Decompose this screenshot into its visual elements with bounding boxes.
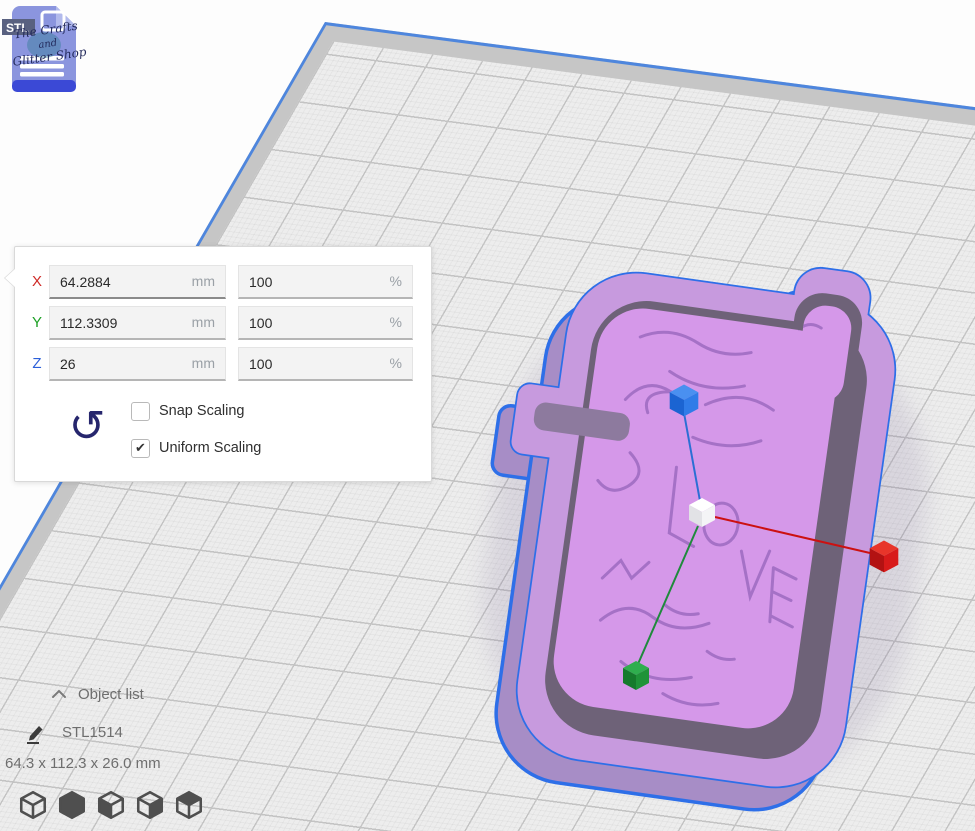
camera-view-toolbar (18, 789, 204, 821)
view-right-button[interactable] (174, 789, 204, 821)
scale-y-percent-input[interactable] (239, 307, 412, 338)
object-list-title: Object list (78, 686, 144, 703)
pencil-icon (24, 722, 48, 746)
scale-z-mm-input[interactable] (50, 348, 225, 379)
uniform-scaling-checkbox[interactable]: ✔ (131, 439, 150, 458)
scale-z-mm-field: mm (49, 347, 226, 381)
checkmark-icon: ✔ (135, 440, 146, 455)
object-name: STL1514 (62, 724, 123, 741)
scale-y-mm-field: mm (49, 306, 226, 340)
mold-model[interactable] (470, 245, 908, 821)
scale-y-percent-field: % (238, 306, 413, 340)
view-right-icon (174, 789, 204, 821)
snap-scaling-label: Snap Scaling (159, 402, 244, 421)
panel-arrow (5, 269, 15, 287)
view-3d-button[interactable] (18, 789, 48, 821)
scale-x-percent-field: % (238, 265, 413, 299)
scale-handle-x-icon[interactable] (870, 541, 899, 573)
scale-z-percent-input[interactable] (239, 348, 412, 379)
scale-x-mm-field: mm (49, 265, 226, 299)
model-canvas (470, 245, 940, 830)
axis-z-label: Z (27, 347, 47, 381)
object-list-item[interactable]: STL1514 (24, 722, 48, 750)
view-3d-icon (18, 789, 48, 821)
scale-tool-panel: X mm % Y mm % Z mm % ↺ (14, 246, 432, 482)
scale-x-mm-input[interactable] (50, 266, 225, 297)
axis-y-label: Y (27, 306, 47, 340)
view-top-button[interactable] (96, 789, 126, 821)
axis-x-label: X (27, 265, 47, 299)
object-dimensions: 64.3 x 112.3 x 26.0 mm (5, 755, 161, 772)
scale-x-percent-input[interactable] (239, 266, 412, 297)
reset-scale-button[interactable]: ↺ (61, 399, 113, 455)
reset-scale-icon: ↺ (69, 401, 106, 452)
uniform-scaling-label: Uniform Scaling (159, 439, 261, 458)
snap-scaling-checkbox[interactable] (131, 402, 150, 421)
view-front-button[interactable] (57, 789, 87, 821)
scale-y-mm-input[interactable] (50, 307, 225, 338)
brand-logo: STL The Crafts and Glitter Shop (2, 0, 92, 96)
view-left-icon (135, 789, 165, 821)
view-left-button[interactable] (135, 789, 165, 821)
collapse-object-list-button[interactable] (50, 688, 68, 703)
view-top-icon (96, 789, 126, 821)
chevron-up-icon (50, 688, 68, 700)
scale-z-percent-field: % (238, 347, 413, 381)
view-front-icon (57, 789, 87, 821)
